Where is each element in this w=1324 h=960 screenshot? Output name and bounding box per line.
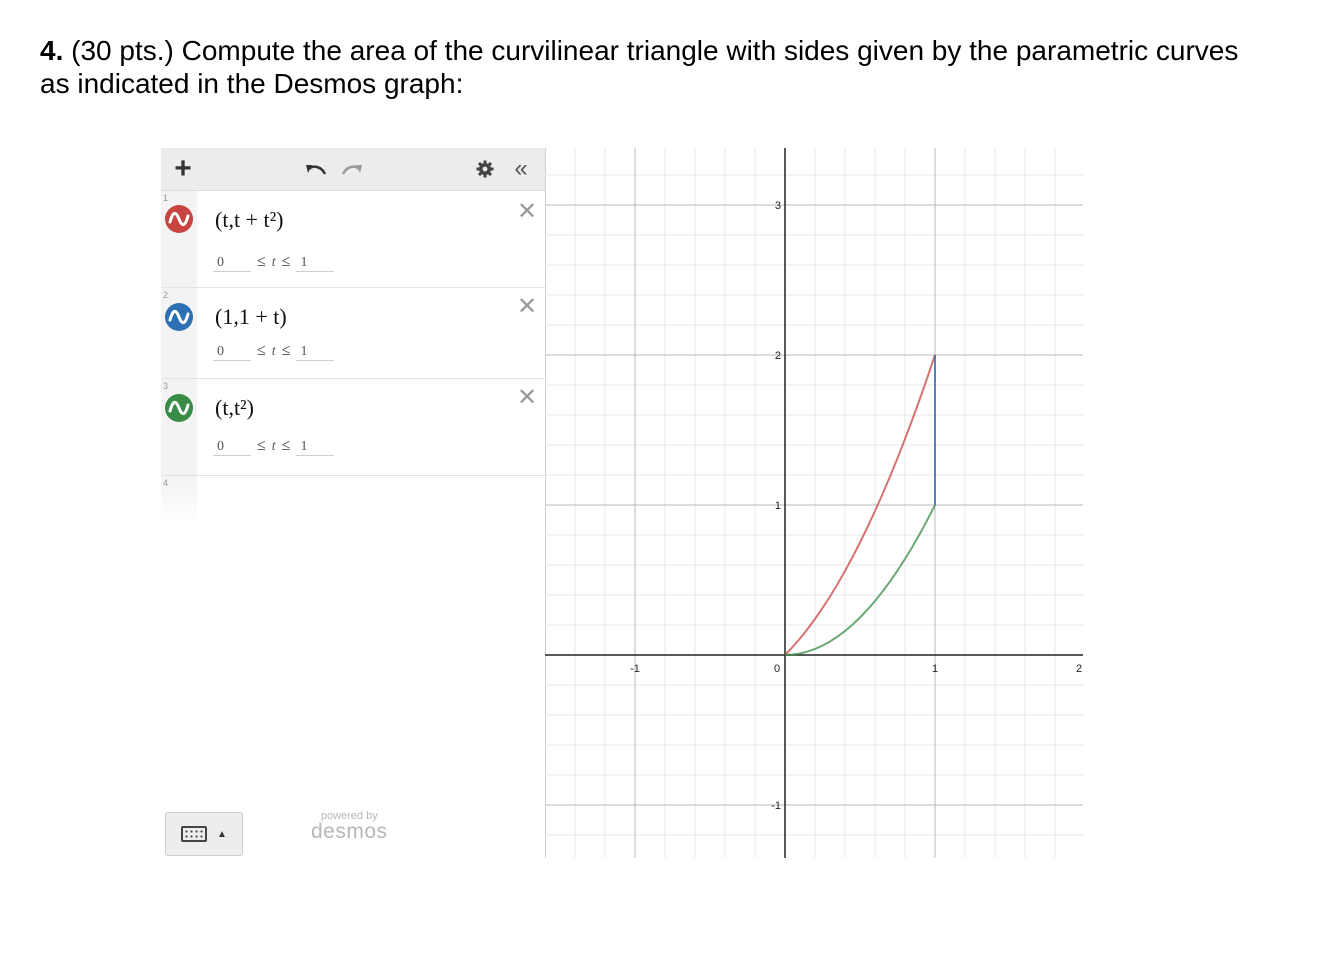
expression-gutter: 1	[161, 191, 197, 287]
close-icon[interactable]: ✕	[517, 383, 537, 411]
expression-toolbar: + «	[161, 148, 545, 191]
y-tick-label: 1	[775, 500, 781, 512]
curve-green[interactable]	[784, 504, 936, 656]
graph-svg[interactable]: -1 0 1 2 3 2 1 -1	[545, 148, 1083, 858]
minor-gridlines	[545, 148, 1083, 858]
question-text: 4. (30 pts.) Compute the area of the cur…	[40, 34, 1270, 100]
domain-variable: t	[271, 344, 276, 359]
leq-symbol: ≤	[257, 342, 266, 359]
expression-index: 3	[163, 381, 169, 391]
wave-icon[interactable]	[165, 394, 193, 422]
x-tick-label: 1	[932, 663, 938, 675]
x-tick-label: 0	[774, 663, 780, 675]
domain-min-input[interactable]: 0	[213, 344, 251, 361]
close-icon[interactable]: ✕	[517, 292, 537, 320]
expression-gutter: 2	[161, 288, 197, 378]
expression-row-1[interactable]: 1 (t,t + t²) 0 ≤ t ≤1 ✕	[161, 191, 545, 288]
graph-canvas[interactable]: -1 0 1 2 3 2 1 -1	[545, 148, 1083, 858]
expression-latex[interactable]: (1,1 + t)	[215, 304, 287, 330]
desmos-brand: desmos	[311, 820, 388, 843]
domain-variable: t	[271, 439, 276, 454]
question-number: 4.	[40, 35, 64, 66]
major-gridlines	[545, 148, 1083, 858]
expression-row-3[interactable]: 3 (t,t²) 0 ≤ t ≤1 ✕	[161, 379, 545, 476]
desmos-logo[interactable]: powered by desmos	[311, 810, 388, 842]
y-tick-label: 2	[775, 350, 781, 362]
wave-icon[interactable]	[165, 205, 193, 233]
leq-symbol: ≤	[257, 437, 266, 454]
expression-panel: + « 1 (t,t + t²) 0 ≤ t ≤ 1 ✕ 2 (1,1 + t)…	[161, 148, 546, 858]
question-body: (30 pts.) Compute the area of the curvil…	[40, 35, 1239, 99]
domain-max-input[interactable]: 1	[296, 344, 335, 361]
gear-icon[interactable]	[473, 148, 497, 190]
desmos-calculator: + « 1 (t,t + t²) 0 ≤ t ≤ 1 ✕ 2 (1,1 + t)…	[161, 148, 1083, 858]
empty-expression-row[interactable]: 4	[161, 476, 197, 526]
parameter-domain: 0 ≤ t ≤1	[213, 437, 335, 456]
x-tick-label: 2	[1076, 663, 1082, 675]
leq-symbol: ≤	[281, 342, 291, 359]
y-tick-label: 3	[775, 200, 781, 212]
keyboard-icon	[181, 826, 208, 842]
domain-variable: t	[271, 255, 276, 270]
parameter-domain: 0 ≤ t ≤1	[213, 253, 335, 272]
expression-index: 4	[163, 478, 169, 488]
axes	[545, 148, 1083, 858]
undo-icon[interactable]	[303, 148, 329, 190]
wave-icon[interactable]	[165, 303, 193, 331]
domain-min-input[interactable]: 0	[213, 255, 251, 272]
expression-index: 1	[163, 193, 169, 203]
close-icon[interactable]: ✕	[517, 197, 537, 225]
expression-index: 2	[163, 290, 169, 300]
caret-up-icon: ▲	[217, 828, 227, 840]
domain-max-input[interactable]: 1	[296, 255, 335, 272]
expression-row-2[interactable]: 2 (1,1 + t) 0 ≤ t ≤1 ✕	[161, 288, 545, 379]
axis-tick-labels: -1 0 1 2 3 2 1 -1	[630, 200, 1082, 812]
redo-icon[interactable]	[339, 148, 365, 190]
leq-symbol: ≤	[257, 253, 266, 270]
plus-icon[interactable]: +	[169, 148, 197, 190]
leq-symbol: ≤	[281, 437, 291, 454]
double-chevron-left-icon[interactable]: «	[507, 148, 535, 190]
leq-symbol: ≤	[281, 253, 291, 270]
parameter-domain: 0 ≤ t ≤1	[213, 342, 335, 361]
expression-gutter: 3	[161, 379, 197, 475]
x-tick-label: -1	[630, 663, 640, 675]
domain-min-input[interactable]: 0	[213, 439, 251, 456]
expression-latex[interactable]: (t,t + t²)	[215, 207, 284, 233]
y-tick-label: -1	[771, 800, 781, 812]
keyboard-toggle-button[interactable]: ▲	[165, 812, 243, 856]
domain-max-input[interactable]: 1	[296, 439, 335, 456]
expression-latex[interactable]: (t,t²)	[215, 395, 254, 421]
